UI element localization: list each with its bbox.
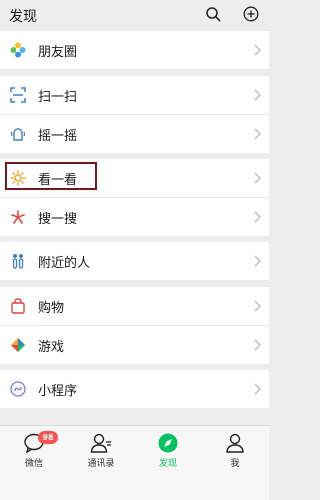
tab-label: 微信 (24, 459, 43, 469)
unread-badge: 98 (38, 431, 58, 444)
plus-circle-icon[interactable] (243, 6, 259, 22)
cell-label: 摇一摇 (38, 129, 78, 144)
cell-label: 购物 (38, 301, 65, 316)
chevron-right-icon (254, 172, 261, 184)
cell-search[interactable]: 搜一搜 (0, 198, 269, 236)
cell-shopping[interactable]: 购物 (0, 287, 269, 325)
chevron-right-icon (254, 89, 261, 101)
search-icon[interactable] (205, 6, 221, 22)
cell-shake[interactable]: 摇一摇 (0, 115, 269, 153)
scan-icon (10, 87, 26, 103)
chevron-right-icon (254, 211, 261, 223)
chevron-right-icon (254, 255, 261, 267)
cell-label: 搜一搜 (38, 212, 78, 227)
chevron-right-icon (254, 128, 261, 140)
highlight-box (5, 162, 97, 190)
moments-icon (10, 42, 26, 58)
cell-label: 小程序 (38, 384, 78, 399)
tab-contacts[interactable]: 通讯录 (76, 432, 126, 472)
cell-label: 附近的人 (38, 256, 91, 271)
search-sparkle-icon (11, 210, 25, 224)
cell-moments[interactable]: 朋友圈 (0, 31, 269, 69)
tab-me[interactable]: 我 (210, 432, 260, 472)
cell-games[interactable]: 游戏 (0, 326, 269, 364)
cell-label: 扫一扫 (38, 90, 78, 105)
tab-discover[interactable]: 发现 (143, 432, 193, 472)
shopping-bag-icon (11, 298, 25, 314)
cell-label: 游戏 (38, 340, 65, 355)
chevron-right-icon (254, 383, 261, 395)
shake-icon (10, 128, 26, 141)
cell-label: 朋友圈 (38, 45, 78, 60)
tab-label: 通讯录 (87, 459, 115, 469)
tab-label: 发现 (158, 459, 177, 469)
chevron-right-icon (254, 300, 261, 312)
top-bar: 发现 (0, 0, 269, 30)
discover-compass-icon (158, 433, 178, 453)
cell-mini-programs[interactable]: 小程序 (0, 370, 269, 408)
cell-scan[interactable]: 扫一扫 (0, 76, 269, 114)
contacts-icon (90, 433, 111, 453)
chevron-right-icon (254, 339, 261, 351)
page-title: 发现 (9, 9, 37, 25)
people-nearby-icon (12, 254, 24, 269)
me-icon (226, 433, 244, 453)
cell-people-nearby[interactable]: 附近的人 (0, 242, 269, 280)
mini-programs-icon (10, 381, 26, 397)
games-icon (11, 338, 25, 352)
chevron-right-icon (254, 44, 261, 56)
tab-label: 我 (230, 459, 240, 469)
